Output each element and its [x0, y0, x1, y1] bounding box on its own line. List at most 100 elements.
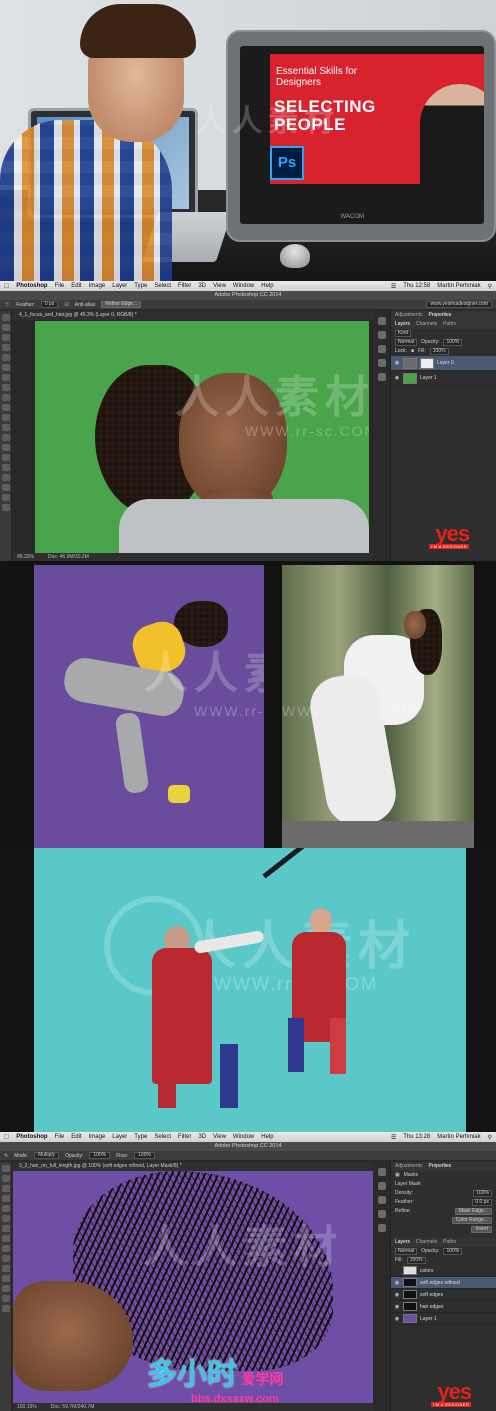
stamp-tool-icon[interactable]: [1, 1245, 10, 1252]
lock-icon[interactable]: ■: [411, 347, 414, 356]
gradient-tool-icon[interactable]: [1, 424, 10, 431]
clock[interactable]: Thu 12:58: [403, 283, 430, 289]
menu-3d[interactable]: 3D: [198, 283, 206, 289]
mode-select[interactable]: Multiply: [34, 1152, 60, 1159]
properties-icon[interactable]: [378, 1182, 386, 1190]
hand-tool-icon[interactable]: [1, 494, 10, 501]
layer-mask-thumbnail[interactable]: [403, 1290, 417, 1299]
menu-select[interactable]: Select: [154, 283, 171, 289]
refine-edge-button[interactable]: Refine Edge...: [101, 301, 142, 308]
path-select-tool-icon[interactable]: [1, 474, 10, 481]
menu-select[interactable]: Select: [154, 1134, 171, 1140]
apple-icon[interactable]: : [4, 1134, 9, 1141]
visibility-eye-icon[interactable]: [394, 1268, 400, 1274]
tab-properties[interactable]: Properties: [429, 311, 452, 320]
move-tool-icon[interactable]: [1, 1165, 10, 1172]
pen-tool-icon[interactable]: [1, 1275, 10, 1282]
healing-tool-icon[interactable]: [1, 374, 10, 381]
feather-input[interactable]: 0.0 px: [472, 1199, 492, 1206]
paragraph-icon[interactable]: [378, 1224, 386, 1232]
document-tab[interactable]: 4_1_focus_and_hair.jpg @ 45.3% (Layer 0,…: [13, 311, 373, 320]
tab-adjustments[interactable]: Adjustments: [395, 311, 423, 320]
properties-icon[interactable]: [378, 331, 386, 339]
tab-properties[interactable]: Properties: [429, 1162, 452, 1171]
paragraph-icon[interactable]: [378, 373, 386, 381]
gradient-tool-icon[interactable]: [1, 1265, 10, 1272]
layer-row[interactable]: ◉ soft edges refined: [391, 1277, 496, 1289]
eraser-tool-icon[interactable]: [1, 1255, 10, 1262]
hand-tool-icon[interactable]: [1, 1295, 10, 1302]
apple-icon[interactable]: : [4, 283, 9, 290]
zoom-level[interactable]: 45.33%: [17, 553, 34, 561]
density-input[interactable]: 100%: [473, 1190, 492, 1197]
document-size[interactable]: Doc: 46.9M/30.2M: [48, 553, 89, 561]
wifi-icon[interactable]: ☰: [391, 1134, 396, 1141]
menu-photoshop[interactable]: Photoshop: [16, 1134, 47, 1140]
menu-window[interactable]: Window: [233, 1134, 254, 1140]
feather-input[interactable]: 0 px: [40, 301, 59, 308]
menu-filter[interactable]: Filter: [178, 283, 191, 289]
layer-row[interactable]: colors: [391, 1265, 496, 1277]
menu-image[interactable]: Image: [89, 283, 106, 289]
menu-filter[interactable]: Filter: [178, 1134, 191, 1140]
fill-input[interactable]: 100%: [429, 348, 449, 355]
info-icon[interactable]: [378, 1196, 386, 1204]
blend-mode-select[interactable]: Normal: [395, 1248, 418, 1255]
user-name[interactable]: Martin Perhiniak: [437, 1134, 480, 1140]
layer-row[interactable]: ◉ hair edges: [391, 1301, 496, 1313]
pen-tool-icon[interactable]: [1, 454, 10, 461]
document-tab[interactable]: 3_2_hair_on_full_length.jpg @ 100% (soft…: [13, 1162, 373, 1171]
info-icon[interactable]: [378, 345, 386, 353]
user-name[interactable]: Martin Perhiniak: [437, 283, 480, 289]
lasso-tool-icon[interactable]: ➰: [4, 302, 10, 308]
dodge-tool-icon[interactable]: [1, 444, 10, 451]
crop-tool-icon[interactable]: [1, 354, 10, 361]
history-brush-icon[interactable]: [1, 404, 10, 411]
eraser-tool-icon[interactable]: [1, 414, 10, 421]
character-icon[interactable]: [378, 1210, 386, 1218]
brush-tool-icon[interactable]: ✎: [4, 1153, 8, 1159]
quick-select-tool-icon[interactable]: [1, 1195, 10, 1202]
menu-file[interactable]: File: [55, 283, 65, 289]
brush-tool-icon[interactable]: [1, 384, 10, 391]
menu-image[interactable]: Image: [89, 1134, 106, 1140]
antialias-checkbox[interactable]: ☑: [64, 302, 68, 308]
menu-edit[interactable]: Edit: [71, 1134, 81, 1140]
menu-type[interactable]: Type: [134, 283, 147, 289]
opacity-input[interactable]: 100%: [443, 339, 463, 346]
menu-help[interactable]: Help: [261, 283, 273, 289]
tab-paths[interactable]: Paths: [443, 320, 456, 329]
visibility-eye-icon[interactable]: ◉: [394, 1280, 400, 1286]
search-icon[interactable]: ⚲: [488, 1134, 492, 1141]
blend-mode-select[interactable]: Normal: [395, 339, 418, 346]
opacity-input[interactable]: 100%: [443, 1248, 463, 1255]
visibility-eye-icon[interactable]: ◉: [394, 360, 400, 366]
layer-row[interactable]: ◉ Layer 1: [391, 1313, 496, 1325]
menu-photoshop[interactable]: Photoshop: [16, 283, 47, 289]
tab-channels[interactable]: Channels: [416, 1238, 437, 1247]
history-icon[interactable]: [378, 317, 386, 325]
menu-layer[interactable]: Layer: [112, 1134, 127, 1140]
layer-mask-thumbnail[interactable]: [403, 1302, 417, 1311]
fill-input[interactable]: 100%: [406, 1257, 426, 1264]
zoom-tool-icon[interactable]: [1, 504, 10, 511]
type-tool-icon[interactable]: [1, 1285, 10, 1292]
history-icon[interactable]: [378, 1168, 386, 1176]
blur-tool-icon[interactable]: [1, 434, 10, 441]
tab-layers[interactable]: Layers: [395, 320, 410, 329]
layer-mask-thumbnail[interactable]: [420, 357, 434, 369]
opacity-input[interactable]: 100%: [89, 1152, 111, 1159]
menu-layer[interactable]: Layer: [112, 283, 127, 289]
zoom-level[interactable]: 100.19%: [17, 1403, 37, 1411]
menu-edit[interactable]: Edit: [71, 283, 81, 289]
quick-select-tool-icon[interactable]: [1, 344, 10, 351]
tab-channels[interactable]: Channels: [416, 320, 437, 329]
lasso-tool-icon[interactable]: [1, 1185, 10, 1192]
url-field[interactable]: www.yesimadesigner.com: [426, 301, 492, 308]
layer-mask-thumbnail[interactable]: [403, 1278, 417, 1287]
healing-tool-icon[interactable]: [1, 1225, 10, 1232]
eyedropper-tool-icon[interactable]: [1, 364, 10, 371]
menu-file[interactable]: File: [55, 1134, 65, 1140]
brush-tool-icon[interactable]: [1, 1235, 10, 1242]
tab-layers[interactable]: Layers: [395, 1238, 410, 1247]
